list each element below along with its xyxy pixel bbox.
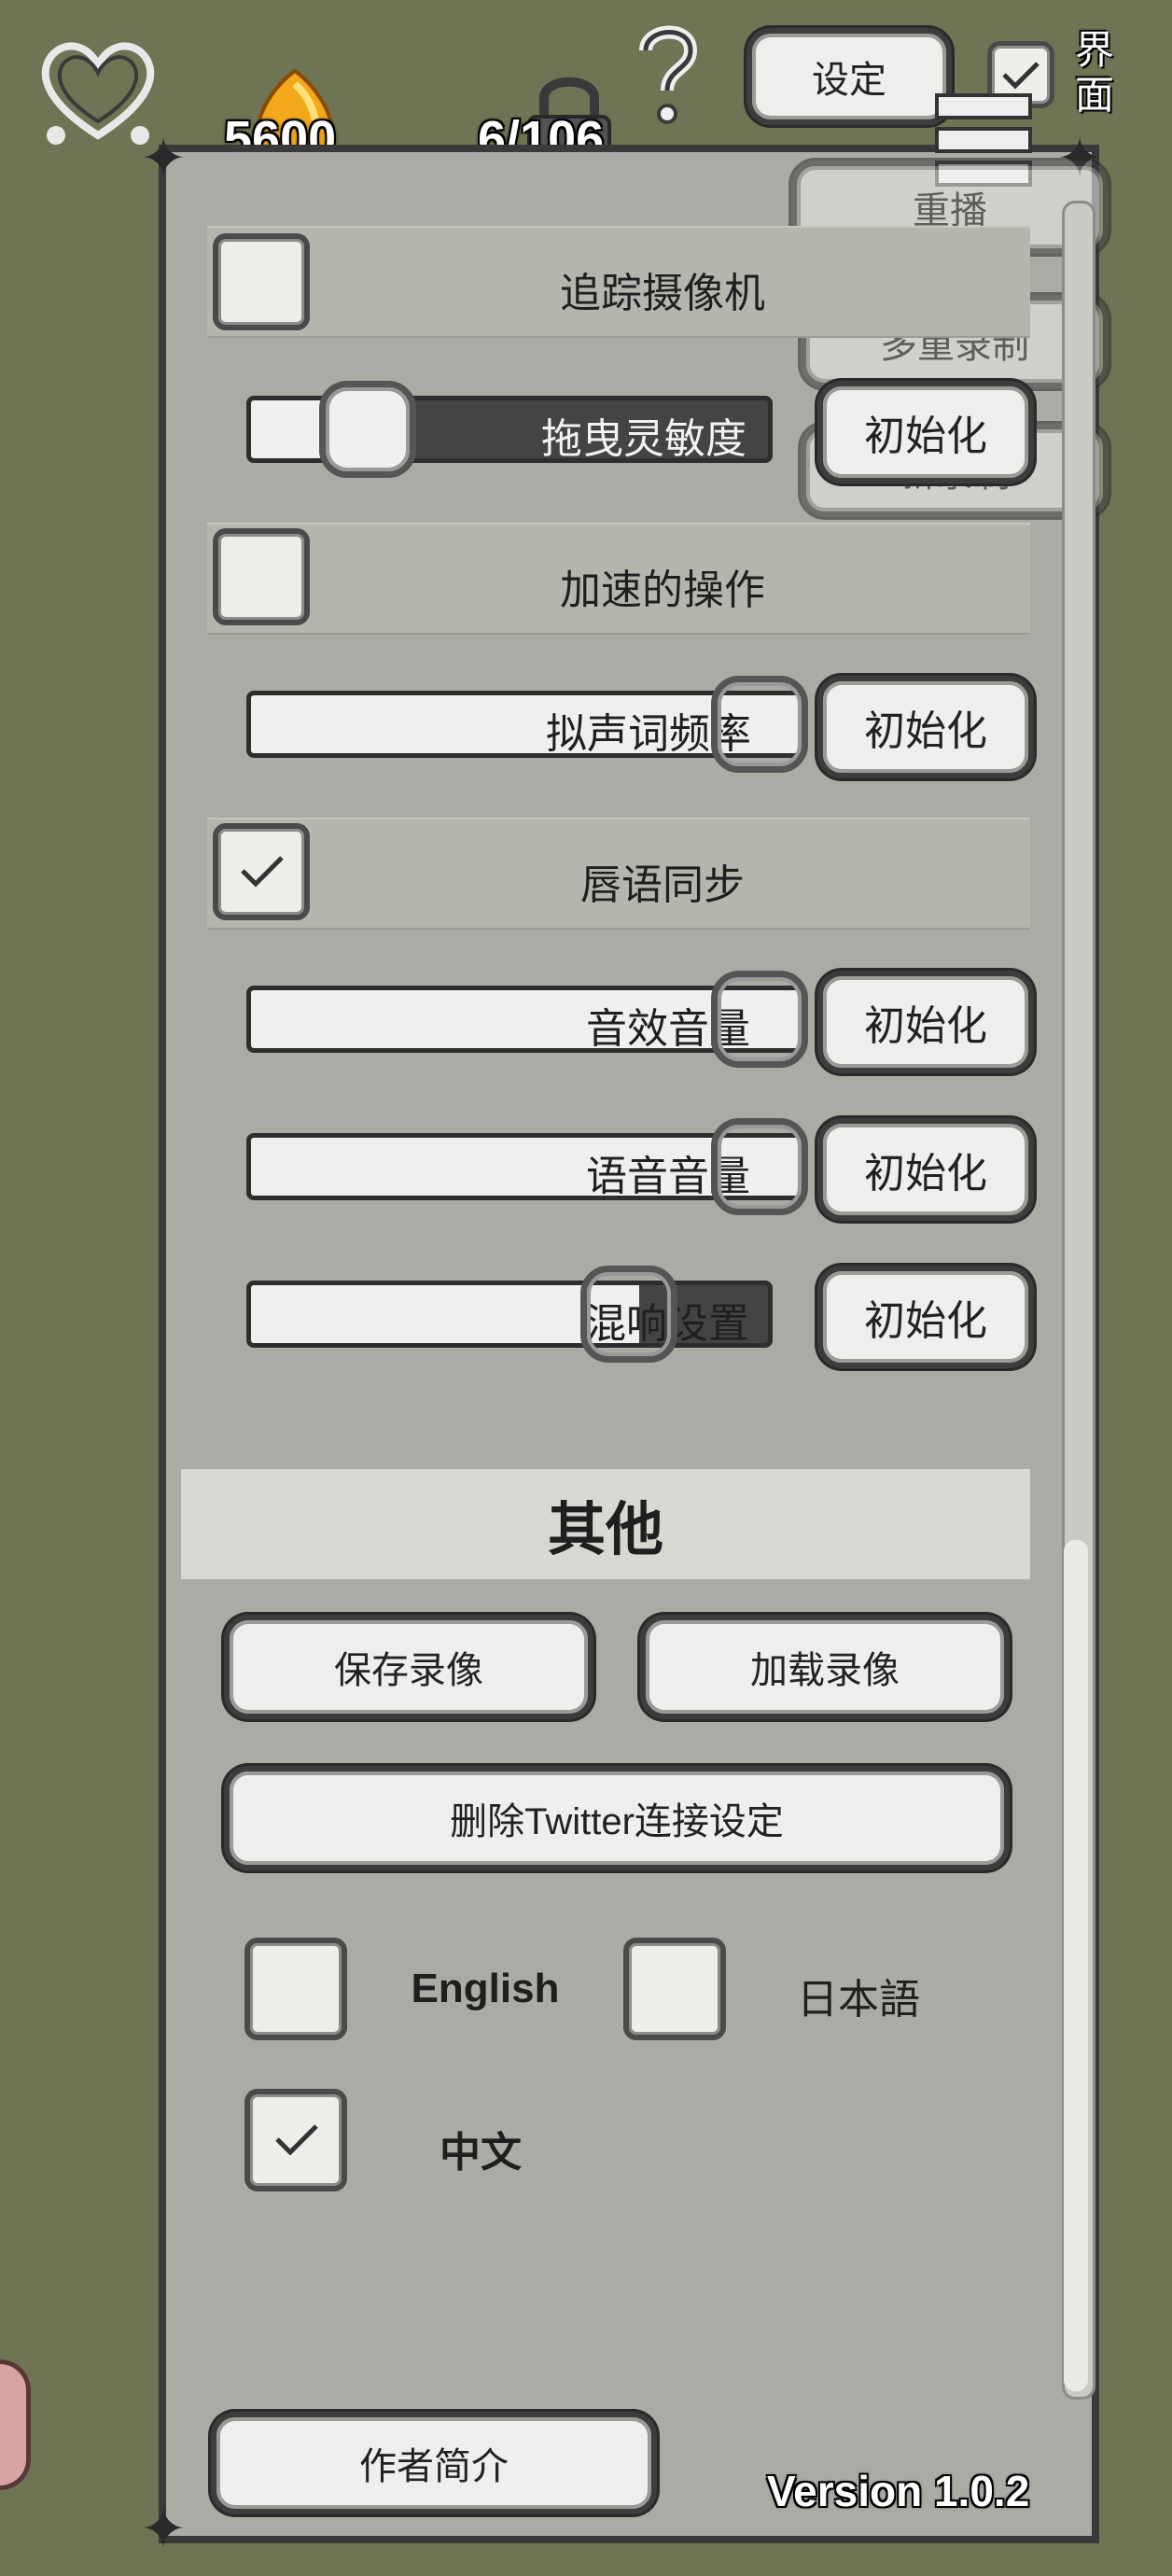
chinese-label: 中文 <box>440 2130 522 2176</box>
save-recording-label: 保存录像 <box>334 1650 483 1691</box>
reset-button-label: 初始化 <box>864 1151 987 1197</box>
corner-ornament-icon: ✦ <box>140 2498 188 2560</box>
author-profile-button[interactable]: 作者简介 <box>211 2412 657 2514</box>
onomatopoeia-knob[interactable] <box>711 676 808 773</box>
help-icon[interactable] <box>635 21 700 133</box>
lip-sync-checkbox[interactable] <box>213 823 310 920</box>
reset-button-label: 初始化 <box>864 1298 987 1344</box>
check-icon <box>275 2124 318 2156</box>
lip-sync-label: 唇语同步 <box>580 862 745 908</box>
drag-sensitivity-knob[interactable] <box>319 381 416 478</box>
author-profile-label: 作者简介 <box>359 2446 509 2487</box>
speed-operation-label: 加速的操作 <box>560 567 765 613</box>
sfx-volume-reset-button[interactable]: 初始化 <box>817 971 1034 1073</box>
load-recording-button[interactable]: 加载录像 <box>640 1615 1010 1719</box>
chinese-checkbox[interactable] <box>244 2089 347 2191</box>
voice-volume-reset-button[interactable]: 初始化 <box>817 1118 1034 1221</box>
reverb-knob[interactable] <box>580 1266 677 1363</box>
tracking-camera-checkbox[interactable] <box>213 233 310 330</box>
settings-button-label: 设定 <box>812 60 886 101</box>
onomatopoeia-reset-button[interactable]: 初始化 <box>817 676 1034 778</box>
english-checkbox[interactable] <box>244 1938 347 2040</box>
delete-twitter-label: 删除Twitter连接设定 <box>450 1801 784 1842</box>
other-section-header: 其他 <box>181 1469 1030 1579</box>
sfx-volume-knob[interactable] <box>711 971 808 1068</box>
corner-ornament-icon: ✦ <box>140 127 188 189</box>
tracking-camera-label: 追踪摄像机 <box>560 271 765 316</box>
character-edge-image <box>0 2359 31 2490</box>
version-text: Version 1.0.2 <box>767 2467 1030 2515</box>
check-icon <box>1002 62 1039 90</box>
scrollbar-thumb[interactable] <box>1064 1540 1088 2391</box>
save-recording-button[interactable]: 保存录像 <box>224 1615 593 1719</box>
delete-twitter-button[interactable]: 删除Twitter连接设定 <box>224 1766 1010 1870</box>
japanese-checkbox[interactable] <box>623 1938 726 2040</box>
check-icon <box>241 856 284 888</box>
speed-operation-checkbox[interactable] <box>213 528 310 625</box>
reset-button-label: 初始化 <box>864 413 987 459</box>
ui-toggle-label: 界面 <box>1075 28 1115 117</box>
load-recording-label: 加载录像 <box>750 1650 900 1691</box>
settings-button[interactable]: 设定 <box>746 28 952 125</box>
reset-button-label: 初始化 <box>864 708 987 754</box>
drag-sensitivity-reset-button[interactable]: 初始化 <box>817 381 1034 483</box>
reverb-reset-button[interactable]: 初始化 <box>817 1266 1034 1368</box>
japanese-label: 日本語 <box>797 1977 920 2023</box>
english-label: English <box>411 1966 560 2011</box>
voice-volume-knob[interactable] <box>711 1118 808 1215</box>
drag-sensitivity-label: 拖曳灵敏度 <box>541 416 746 462</box>
reset-button-label: 初始化 <box>864 1003 987 1049</box>
